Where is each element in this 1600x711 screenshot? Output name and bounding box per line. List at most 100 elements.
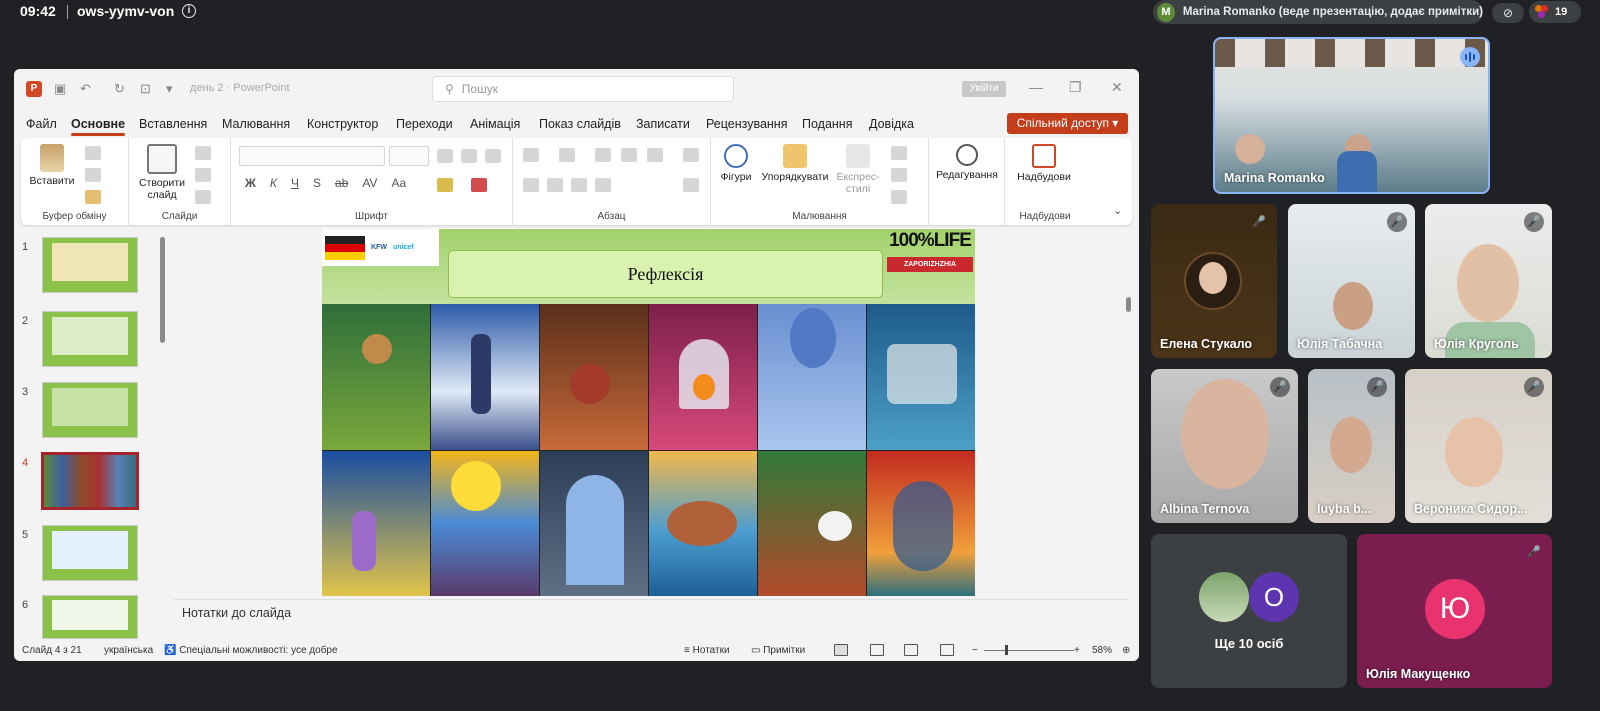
align-right-icon[interactable] — [571, 178, 587, 192]
zoom-level[interactable]: 58% — [1092, 645, 1112, 656]
editing-button[interactable]: Редагування — [931, 144, 1003, 181]
indent-dec-icon[interactable] — [595, 148, 611, 162]
customize-toolbar-icon[interactable]: ▾ — [166, 81, 173, 97]
line-spacing-icon[interactable] — [647, 148, 663, 162]
decrease-font-icon[interactable] — [461, 149, 477, 163]
cut-icon[interactable] — [85, 146, 101, 160]
strike-button[interactable]: ab — [335, 176, 348, 190]
tab-record[interactable]: Записати — [636, 117, 690, 131]
bold-button[interactable]: Ж — [245, 176, 256, 190]
notes-pane[interactable]: Нотатки до слайда — [174, 599, 1129, 625]
language-indicator[interactable]: українська — [104, 645, 153, 656]
numbering-icon[interactable] — [559, 148, 575, 162]
slideshow-icon[interactable] — [940, 644, 954, 656]
thumbnail-1[interactable]: 1 — [14, 237, 164, 297]
font-size-select[interactable] — [389, 146, 429, 166]
participant-tile[interactable]: Ю 🎤 Юлія Макущенко — [1357, 534, 1552, 688]
canvas-scrollbar[interactable] — [1126, 297, 1131, 312]
participant-tile[interactable]: 🎤 luyba b... — [1308, 369, 1395, 523]
zoom-out-icon[interactable]: − — [972, 645, 978, 656]
sign-in-button[interactable]: Увійти — [962, 81, 1006, 97]
tab-view[interactable]: Подання — [802, 117, 852, 131]
indent-inc-icon[interactable] — [621, 148, 637, 162]
participants-button[interactable]: 19 — [1529, 1, 1581, 23]
participant-tile[interactable]: 🎤 Елена Стукало — [1151, 204, 1277, 358]
arrange-button[interactable]: Упорядкувати — [761, 144, 829, 183]
shape-fill-icon[interactable] — [891, 146, 907, 160]
captions-off-icon[interactable]: ⊘ — [1492, 3, 1524, 23]
tab-transitions[interactable]: Переходи — [396, 117, 453, 131]
underline-button[interactable]: Ч — [291, 176, 299, 190]
reading-view-icon[interactable] — [904, 644, 918, 656]
align-center-icon[interactable] — [547, 178, 563, 192]
font-color-icon[interactable] — [471, 178, 487, 192]
fit-slide-icon[interactable]: ⊕ — [1122, 645, 1130, 656]
tab-animations[interactable]: Анімація — [470, 117, 520, 131]
thumbnail-4[interactable]: 4 — [14, 452, 164, 513]
quick-styles-button[interactable]: Експрес- стилі — [833, 144, 883, 195]
tab-help[interactable]: Довідка — [869, 117, 914, 131]
comments-button[interactable]: ▭ Примітки — [751, 645, 805, 656]
tab-slideshow[interactable]: Показ слайдів — [539, 117, 621, 131]
maximize-icon[interactable]: ❐ — [1069, 79, 1082, 96]
notes-button[interactable]: ≡ Нотатки — [684, 645, 730, 656]
tab-design[interactable]: Конструктор — [307, 117, 378, 131]
redo-icon[interactable]: ↻ — [114, 81, 125, 97]
section-icon[interactable] — [195, 190, 211, 204]
info-icon[interactable]: i — [182, 4, 196, 18]
tab-home[interactable]: Основне — [71, 117, 126, 136]
layout-icon[interactable] — [195, 146, 211, 160]
italic-button[interactable]: К — [270, 176, 277, 190]
present-icon[interactable]: ⊡ — [140, 81, 151, 97]
clear-format-icon[interactable] — [485, 149, 501, 163]
search-input[interactable]: ⚲ Пошук — [432, 76, 734, 102]
shapes-button[interactable]: Фігури — [715, 144, 757, 183]
current-slide[interactable]: KFW unicef Рефлексія 100%LIFE ZAPORIZHZH… — [322, 229, 975, 596]
others-tile[interactable]: О Ще 10 осіб — [1151, 534, 1347, 688]
zoom-slider-thumb[interactable] — [1005, 645, 1008, 655]
shadow-button[interactable]: S — [313, 176, 321, 190]
save-icon[interactable]: ▣ — [54, 81, 66, 97]
normal-view-icon[interactable] — [834, 644, 848, 656]
slide-sorter-icon[interactable] — [870, 644, 884, 656]
accessibility-status[interactable]: ♿ Спеціальні можливості: усе добре — [164, 645, 338, 656]
bullets-icon[interactable] — [523, 148, 539, 162]
undo-icon[interactable]: ↶ — [80, 81, 91, 97]
reset-icon[interactable] — [195, 168, 211, 182]
participant-tile[interactable]: 🎤 Юлія Табачна — [1288, 204, 1415, 358]
paste-button[interactable]: Вставити — [29, 144, 75, 187]
smartart-icon[interactable] — [683, 178, 699, 192]
presenter-video-tile[interactable]: Marina Romanko — [1213, 37, 1490, 194]
share-button[interactable]: Спільний доступ ▾ — [1007, 113, 1128, 134]
thumbnails-scrollbar[interactable] — [160, 237, 165, 343]
presenter-indicator[interactable]: M Marina Romanko (веде презентацію, дода… — [1153, 0, 1483, 24]
zoom-in-icon[interactable]: + — [1074, 645, 1080, 656]
participant-tile[interactable]: 🎤 Вероника Сидор... — [1405, 369, 1552, 523]
minimize-icon[interactable]: — — [1029, 79, 1043, 95]
spacing-button[interactable]: AV — [362, 176, 377, 190]
increase-font-icon[interactable] — [437, 149, 453, 163]
new-slide-button[interactable]: Створити слайд — [135, 144, 189, 201]
thumbnail-3[interactable]: 3 — [14, 382, 164, 442]
font-family-select[interactable] — [239, 146, 385, 166]
highlight-icon[interactable] — [437, 178, 453, 192]
participant-tile[interactable]: 🎤 Albina Ternova — [1151, 369, 1298, 523]
text-direction-icon[interactable] — [683, 148, 699, 162]
format-painter-icon[interactable] — [85, 190, 101, 204]
tab-draw[interactable]: Малювання — [222, 117, 290, 131]
tab-review[interactable]: Рецензування — [706, 117, 787, 131]
align-left-icon[interactable] — [523, 178, 539, 192]
case-button[interactable]: Aa — [391, 176, 406, 190]
collapse-ribbon-icon[interactable]: ⌄ — [1113, 204, 1122, 217]
justify-icon[interactable] — [595, 178, 611, 192]
participant-tile[interactable]: 🎤 Юлія Круголь — [1425, 204, 1552, 358]
addins-button[interactable]: Надбудови — [1009, 144, 1079, 183]
close-icon[interactable]: ✕ — [1111, 79, 1123, 96]
tab-file[interactable]: Файл — [26, 117, 57, 131]
thumbnail-2[interactable]: 2 — [14, 311, 164, 371]
copy-icon[interactable] — [85, 168, 101, 182]
shape-effects-icon[interactable] — [891, 190, 907, 204]
shape-outline-icon[interactable] — [891, 168, 907, 182]
zoom-slider[interactable] — [984, 650, 1074, 651]
tab-insert[interactable]: Вставлення — [139, 117, 207, 131]
